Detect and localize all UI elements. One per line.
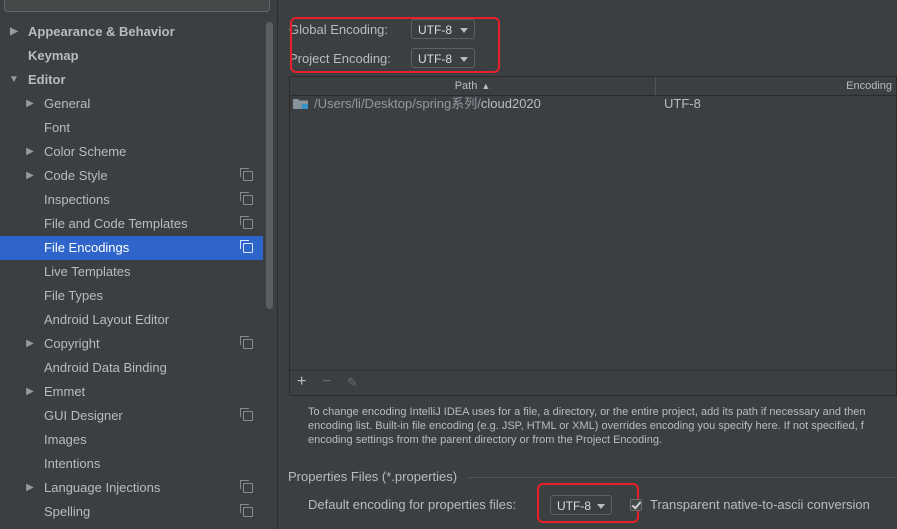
sort-ascending-icon: ▲ bbox=[481, 81, 491, 91]
sidebar-item-color-scheme[interactable]: ▶ Color Scheme bbox=[0, 140, 263, 164]
edit-path-button[interactable]: ✎ bbox=[347, 374, 358, 392]
chevron-right-icon[interactable]: ▶ bbox=[24, 476, 36, 500]
project-scope-icon bbox=[240, 504, 253, 517]
sidebar-item-live-templates[interactable]: Live Templates bbox=[0, 260, 263, 284]
sidebar-item-file-types[interactable]: File Types bbox=[0, 284, 263, 308]
encoding-hint-text: To change encoding IntelliJ IDEA uses fo… bbox=[308, 405, 897, 447]
sidebar-item-android-data-binding[interactable]: Android Data Binding bbox=[0, 356, 263, 380]
sidebar-item-label: Live Templates bbox=[44, 264, 131, 279]
sidebar-item-code-style[interactable]: ▶ Code Style bbox=[0, 164, 263, 188]
project-scope-icon bbox=[240, 216, 253, 229]
sidebar-item-copyright[interactable]: ▶ Copyright bbox=[0, 332, 263, 356]
sidebar-item-label: Intentions bbox=[44, 456, 101, 471]
chevron-right-icon[interactable]: ▶ bbox=[24, 92, 36, 116]
sidebar-item-label: File and Code Templates bbox=[44, 216, 188, 231]
sidebar-item-label: Appearance & Behavior bbox=[28, 24, 175, 39]
sidebar-item-label: Spelling bbox=[44, 504, 91, 519]
remove-path-button[interactable]: − bbox=[322, 373, 331, 391]
sidebar-item-label: Color Scheme bbox=[44, 144, 127, 159]
sidebar-item-label: Code Style bbox=[44, 168, 108, 183]
sidebar-item-file-and-code-templates[interactable]: File and Code Templates bbox=[0, 212, 263, 236]
sidebar-item-gui-designer[interactable]: GUI Designer bbox=[0, 404, 263, 428]
settings-sidebar: ▶ Appearance & Behavior Keymap ▼ Editor ▶ Gene… bbox=[0, 0, 278, 529]
chevron-right-icon[interactable]: ▶ bbox=[24, 332, 36, 356]
hint-line: encoding list. Built-in file encoding (e… bbox=[308, 420, 864, 432]
sidebar-item-label: Font bbox=[44, 120, 71, 135]
project-scope-icon bbox=[240, 480, 253, 493]
sidebar-item-label: File Types bbox=[44, 288, 104, 303]
sidebar-item-emmet[interactable]: ▶ Emmet bbox=[0, 380, 263, 404]
sidebar-item-label: Editor bbox=[28, 72, 66, 87]
hint-line: encoding settings from the parent direct… bbox=[308, 434, 663, 446]
row-path-name: cloud2020 bbox=[480, 96, 541, 111]
section-divider bbox=[468, 477, 897, 478]
table-header: Path ▲ Encoding bbox=[290, 77, 896, 96]
sidebar-item-keymap[interactable]: Keymap bbox=[0, 44, 263, 68]
sidebar-item-label: Inspections bbox=[44, 192, 110, 207]
project-scope-icon bbox=[240, 192, 253, 205]
hint-line: To change encoding IntelliJ IDEA uses fo… bbox=[308, 406, 866, 418]
row-path: /Users/li/Desktop/spring系列/cloud2020 bbox=[314, 95, 541, 113]
table-row[interactable]: /Users/li/Desktop/spring系列/cloud2020 UTF… bbox=[290, 95, 896, 113]
sidebar-item-label: Keymap bbox=[28, 48, 79, 63]
column-header-encoding[interactable]: Encoding bbox=[656, 77, 897, 95]
sidebar-item-spelling[interactable]: Spelling bbox=[0, 500, 263, 524]
highlight-box-properties bbox=[537, 483, 639, 523]
sidebar-item-label: File Encodings bbox=[44, 240, 130, 255]
column-encoding-label: Encoding bbox=[846, 80, 892, 92]
sidebar-item-label: GUI Designer bbox=[44, 408, 123, 423]
table-toolbar: + − ✎ bbox=[290, 370, 896, 395]
sidebar-item-appearance-behavior[interactable]: ▶ Appearance & Behavior bbox=[0, 20, 263, 44]
row-encoding[interactable]: UTF-8 bbox=[664, 95, 701, 113]
sidebar-item-android-layout-editor[interactable]: Android Layout Editor bbox=[0, 308, 263, 332]
file-encodings-panel: Global Encoding: UTF-8 Project Encoding:… bbox=[278, 0, 897, 529]
chevron-right-icon[interactable]: ▶ bbox=[24, 140, 36, 164]
sidebar-item-label: Android Data Binding bbox=[44, 360, 167, 375]
properties-encoding-label: Default encoding for properties files: bbox=[308, 497, 517, 512]
project-scope-icon bbox=[240, 336, 253, 349]
sidebar-item-inspections[interactable]: Inspections bbox=[0, 188, 263, 212]
sidebar-item-label: Emmet bbox=[44, 384, 86, 399]
properties-section-title: Properties Files (*.properties) bbox=[288, 469, 458, 484]
sidebar-item-label: Android Layout Editor bbox=[44, 312, 170, 327]
column-path-label: Path bbox=[454, 80, 478, 92]
sidebar-item-label: General bbox=[44, 96, 91, 111]
row-path-prefix: /Users/li/Desktop/spring系列/ bbox=[314, 96, 481, 111]
sidebar-item-font[interactable]: Font bbox=[0, 116, 263, 140]
settings-tree: ▶ Appearance & Behavior Keymap ▼ Editor ▶ Gene… bbox=[0, 20, 263, 524]
settings-search-input[interactable] bbox=[4, 0, 270, 12]
project-scope-icon bbox=[240, 168, 253, 181]
column-header-path[interactable]: Path ▲ bbox=[290, 77, 656, 95]
highlight-box-encodings bbox=[290, 17, 500, 73]
native-to-ascii-label[interactable]: Transparent native-to-ascii conversion bbox=[650, 497, 870, 512]
sidebar-item-label: Language Injections bbox=[44, 480, 161, 495]
add-path-button[interactable]: + bbox=[297, 373, 306, 391]
chevron-right-icon[interactable]: ▶ bbox=[24, 380, 36, 404]
sidebar-item-language-injections[interactable]: ▶ Language Injections bbox=[0, 476, 263, 500]
sidebar-item-editor[interactable]: ▼ Editor bbox=[0, 68, 263, 92]
sidebar-scrollbar[interactable] bbox=[266, 22, 273, 309]
sidebar-item-file-encodings[interactable]: File Encodings bbox=[0, 236, 263, 260]
chevron-down-icon[interactable]: ▼ bbox=[8, 68, 20, 92]
sidebar-item-general[interactable]: ▶ General bbox=[0, 92, 263, 116]
project-scope-icon bbox=[240, 408, 253, 421]
sidebar-item-label: Copyright bbox=[44, 336, 100, 351]
chevron-right-icon[interactable]: ▶ bbox=[24, 164, 36, 188]
native-to-ascii-checkbox[interactable] bbox=[630, 499, 642, 511]
project-scope-icon bbox=[240, 240, 253, 253]
path-encoding-table: Path ▲ Encoding /Users/li/Desktop/spring系… bbox=[289, 76, 897, 396]
sidebar-item-images[interactable]: Images bbox=[0, 428, 263, 452]
folder-icon bbox=[293, 99, 308, 109]
sidebar-item-label: Images bbox=[44, 432, 87, 447]
sidebar-item-intentions[interactable]: Intentions bbox=[0, 452, 263, 476]
chevron-right-icon[interactable]: ▶ bbox=[8, 20, 20, 44]
